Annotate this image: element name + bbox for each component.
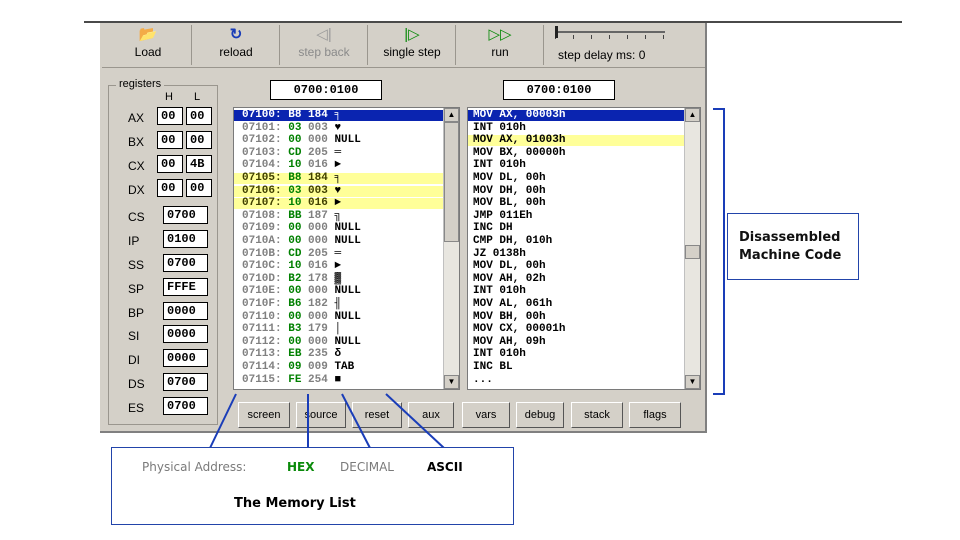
- hex-label: HEX: [287, 460, 315, 474]
- decimal-pointer-line: [341, 393, 371, 449]
- decimal-label: DECIMAL: [340, 460, 394, 474]
- ascii-pointer-line: [385, 393, 445, 449]
- memory-list-callout: Physical Address: HEX DECIMAL ASCII The …: [111, 447, 514, 525]
- address-pointer-line: [209, 393, 237, 449]
- memory-list-title: The Memory List: [234, 496, 356, 511]
- ascii-label: ASCII: [427, 460, 463, 474]
- physical-address-label: Physical Address:: [142, 460, 247, 474]
